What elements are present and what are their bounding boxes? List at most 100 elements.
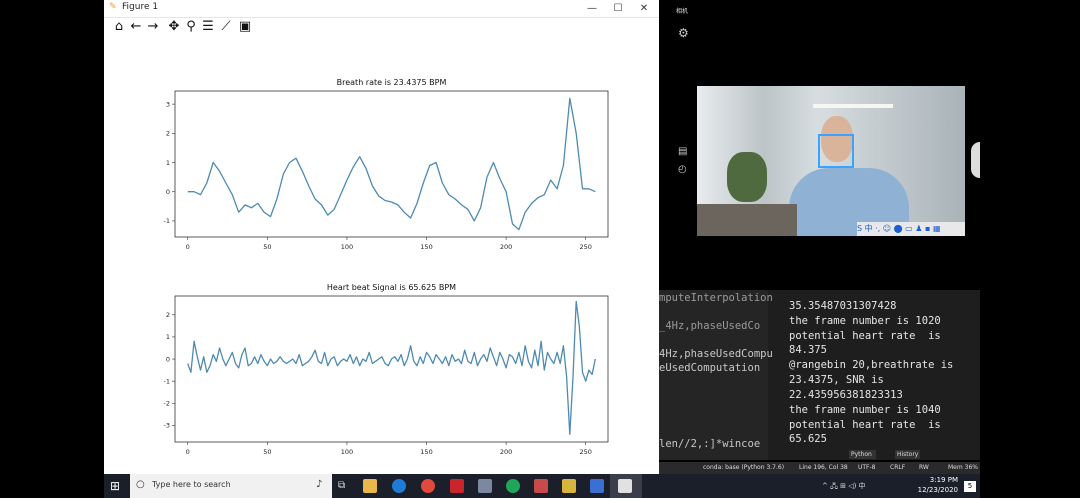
tab-history[interactable]: History: [895, 450, 921, 459]
code-line: 4Hz,phaseUsedCompu: [659, 348, 773, 360]
plot-frame: [174, 90, 609, 238]
active-app-highlight: [610, 474, 642, 498]
gear-icon[interactable]: ⚙: [678, 26, 689, 40]
y-tick-label: 1: [166, 333, 170, 341]
home-icon[interactable]: ⌂: [111, 19, 127, 35]
maximize-button[interactable]: ☐: [606, 0, 630, 17]
x-tick-label: 0: [186, 448, 190, 456]
chrome-icon[interactable]: [421, 479, 435, 493]
taskbar: ⊞ ○ Type here to search ♪ ⧉ ^ 🖧 ⊞ ◁) 中 3…: [104, 474, 980, 498]
search-placeholder: Type here to search: [152, 480, 231, 489]
zoom-icon[interactable]: ⚲: [183, 19, 199, 35]
windows-start-icon[interactable]: ⊞: [110, 479, 120, 493]
permission-status: RW: [919, 464, 929, 471]
figure-app-icon: ✎: [109, 2, 117, 12]
app-icon[interactable]: [590, 479, 604, 493]
console-line: the frame number is 1040: [789, 404, 941, 416]
console-line: @rangebin 20,breathrate is: [789, 359, 954, 371]
y-tick-label: 2: [166, 311, 170, 319]
x-tick-label: 50: [263, 448, 271, 456]
subplots-icon[interactable]: ☰: [200, 19, 216, 35]
x-tick-label: 150: [420, 243, 432, 251]
ceiling-light: [813, 104, 893, 108]
chart-title: Heart beat Signal is 65.625 BPM: [327, 283, 456, 292]
figure-canvas: Breath rate is 23.4375 BPM0 50 100 150 200 25…: [164, 78, 609, 456]
save-icon[interactable]: ▣: [237, 19, 253, 35]
minimize-button[interactable]: —: [580, 0, 604, 17]
x-tick-label: 250: [580, 448, 592, 456]
ime-toolbar[interactable]: S 中 ·, ☺ ⬤ ▭ ♟ ▪ ▦: [857, 222, 965, 236]
x-tick-label: 50: [263, 243, 271, 251]
forward-icon[interactable]: →: [145, 19, 161, 35]
console-line: 23.4375, SNR is: [789, 374, 884, 386]
console-line: 22.435956381823313: [789, 389, 903, 401]
console-line: the frame number is 1020: [789, 315, 941, 327]
figure-title-bar[interactable]: ✎ Figure 1 — ☐ ✕: [104, 0, 659, 18]
video-mode-icon[interactable]: ▤: [678, 146, 687, 157]
python-console[interactable]: 35.35487031307428 the frame number is 10…: [771, 290, 980, 448]
close-button[interactable]: ✕: [632, 0, 656, 17]
x-tick-label: 100: [341, 448, 353, 456]
code-line: eUsedComputation: [659, 362, 761, 374]
ide-status-bar: conda: base (Python 3.7.6) Line 196, Col…: [659, 462, 980, 474]
y-tick-label: 1: [166, 159, 170, 167]
capture-button[interactable]: [971, 142, 980, 178]
microphone-icon[interactable]: ♪: [316, 479, 322, 490]
console-line: 65.625: [789, 433, 827, 445]
code-line: _4Hz,phaseUsedCo: [659, 320, 761, 332]
figure-title: Figure 1: [122, 2, 159, 12]
app-icon[interactable]: [478, 479, 492, 493]
edge-icon[interactable]: [392, 479, 406, 493]
console-line: 84.375: [789, 344, 827, 356]
edit-axis-icon[interactable]: ⟋: [218, 19, 234, 35]
cursor-position: Line 196, Col 38: [799, 464, 848, 471]
file-explorer-icon[interactable]: [363, 479, 377, 493]
y-tick-label: 2: [166, 130, 170, 138]
face-detection-box: [818, 134, 854, 168]
pan-icon[interactable]: ✥: [166, 19, 182, 35]
ide-window: al mputeInterpolation _4Hz,phaseUsedCo 4…: [659, 290, 980, 460]
conda-status: conda: base (Python 3.7.6): [703, 464, 785, 471]
app-icon[interactable]: [562, 479, 576, 493]
camera-preview: S 中 ·, ☺ ⬤ ▭ ♟ ▪ ▦: [697, 86, 965, 236]
app-icon[interactable]: [534, 479, 548, 493]
figure-window: ✎ Figure 1 — ☐ ✕ ⌂ ← → ✥ ⚲ ☰ ⟋ ▣ Breath …: [104, 0, 659, 474]
y-tick-label: 3: [166, 100, 170, 108]
photo-mode-icon[interactable]: ◴: [678, 164, 687, 175]
y-tick-label: -3: [164, 422, 170, 430]
console-line: potential heart rate is: [789, 419, 941, 431]
console-line: potential heart rate is: [789, 330, 941, 342]
camera-title: 相机: [676, 8, 689, 15]
back-icon[interactable]: ←: [128, 19, 144, 35]
figure-toolbar: ⌂ ← → ✥ ⚲ ☰ ⟋ ▣: [104, 18, 659, 38]
search-icon: ○: [136, 479, 145, 490]
y-tick-label: -1: [164, 217, 170, 225]
x-tick-label: 200: [500, 243, 512, 251]
x-tick-label: 150: [420, 448, 432, 456]
app-icon[interactable]: [506, 479, 520, 493]
y-tick-label: 0: [166, 188, 170, 196]
clock-date: 12/23/2020: [917, 486, 958, 494]
code-line: mputeInterpolation: [659, 292, 773, 304]
clock-time: 3:19 PM: [929, 476, 958, 484]
y-tick-label: 0: [166, 355, 170, 363]
taskbar-search[interactable]: ○ Type here to search ♪: [130, 474, 332, 498]
plot-frame: [174, 295, 609, 443]
clock[interactable]: 3:19 PM 12/23/2020: [918, 475, 958, 495]
task-view-icon[interactable]: ⧉: [338, 480, 345, 491]
code-editor: al mputeInterpolation _4Hz,phaseUsedCo 4…: [659, 290, 773, 460]
system-tray[interactable]: ^ 🖧 ⊞ ◁) 中: [822, 481, 866, 493]
y-tick-label: -2: [164, 400, 170, 408]
encoding-status: UTF-8: [858, 464, 876, 471]
x-tick-label: 250: [580, 243, 592, 251]
app-icon[interactable]: [450, 479, 464, 493]
x-tick-label: 0: [186, 243, 190, 251]
chart-title: Breath rate is 23.4375 BPM: [337, 78, 447, 87]
plant: [727, 152, 767, 202]
console-line: 35.35487031307428: [789, 300, 897, 312]
memory-status: Mem 36%: [948, 464, 978, 471]
tab-python-console[interactable]: Python console: [849, 450, 876, 459]
code-line: len//2,:]*wincoe: [659, 438, 761, 450]
desk: [697, 204, 797, 236]
notification-badge[interactable]: 5: [964, 481, 976, 492]
